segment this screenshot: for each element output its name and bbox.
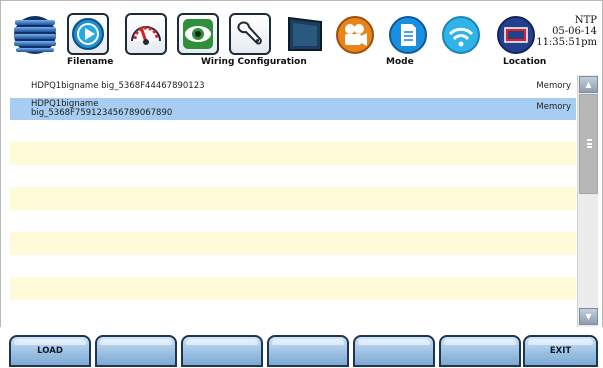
- bottom-button-bar: LOAD EXIT: [0, 327, 603, 368]
- empty-row: [10, 164, 576, 187]
- arrow-up-icon: ▲: [585, 80, 592, 89]
- play-icon: [72, 18, 104, 50]
- gauge-icon: [131, 26, 161, 45]
- softkey-6[interactable]: [439, 335, 521, 367]
- grip-icon: [587, 139, 592, 148]
- softkey-4[interactable]: [267, 335, 349, 367]
- document-icon: [389, 16, 427, 54]
- empty-row: [10, 187, 576, 210]
- file-name: HDPQ1bigname big_5368F44467890123: [31, 81, 205, 91]
- clock-date: 05-06-14: [552, 26, 597, 37]
- camera-icon: [336, 16, 374, 54]
- gauge-button[interactable]: [125, 13, 167, 55]
- softkey-5[interactable]: [353, 335, 435, 367]
- empty-row: [10, 232, 576, 255]
- wiring-configuration-label: Wiring Configuration: [201, 57, 307, 67]
- eye-icon: [183, 19, 213, 49]
- empty-row: [10, 142, 576, 165]
- file-location: Memory: [536, 101, 571, 112]
- vertical-scrollbar[interactable]: ▲ ▼: [577, 75, 598, 327]
- softkey-2[interactable]: [95, 335, 177, 367]
- menu-button[interactable]: [12, 15, 58, 55]
- empty-row: [10, 277, 576, 300]
- filename-label: Filename: [67, 57, 114, 67]
- camera-button[interactable]: [334, 14, 376, 56]
- empty-row: [10, 119, 576, 142]
- file-row-selected[interactable]: HDPQ1bigname big_5368F759123456789067890…: [10, 97, 576, 120]
- scroll-up-button[interactable]: ▲: [579, 76, 598, 93]
- filename-button[interactable]: [67, 13, 109, 55]
- clock: NTP 05-06-14 11:35:51pm: [527, 15, 597, 48]
- wifi-icon: [442, 16, 480, 54]
- file-location: Memory: [536, 81, 571, 91]
- exit-label: EXIT: [549, 346, 572, 356]
- ntp-indicator: NTP: [574, 15, 597, 26]
- monitor-button[interactable]: [284, 13, 326, 55]
- menu-icon: [14, 16, 56, 54]
- file-list: HDPQ1bigname big_5368F44467890123 Memory…: [10, 75, 576, 323]
- network-button[interactable]: [440, 14, 482, 56]
- scroll-down-button[interactable]: ▼: [579, 308, 598, 325]
- file-row[interactable]: HDPQ1bigname big_5368F44467890123 Memory: [10, 75, 576, 98]
- load-button[interactable]: LOAD: [9, 335, 91, 367]
- file-name-line2: big_5368F759123456789067890: [31, 107, 173, 118]
- wrench-icon: [237, 21, 262, 45]
- load-label: LOAD: [37, 346, 63, 356]
- wiring-config-button[interactable]: [229, 13, 271, 55]
- monitor-icon: [288, 16, 322, 51]
- arrow-down-icon: ▼: [585, 312, 592, 321]
- wiring-view-button[interactable]: [177, 13, 219, 55]
- exit-button[interactable]: EXIT: [523, 335, 598, 367]
- empty-row: [10, 299, 576, 322]
- location-label: Location: [503, 57, 547, 67]
- clock-time: 11:35:51pm: [536, 37, 597, 48]
- empty-row: [10, 209, 576, 232]
- empty-row: [10, 254, 576, 277]
- scrollbar-thumb[interactable]: [579, 94, 598, 194]
- mode-label: Mode: [386, 57, 414, 67]
- mode-button[interactable]: [387, 14, 429, 56]
- softkey-3[interactable]: [181, 335, 263, 367]
- toolbar: Filename Wiring Configuration Mode Locat…: [1, 1, 602, 73]
- file-name: HDPQ1bigname big_5368F759123456789067890: [31, 99, 173, 118]
